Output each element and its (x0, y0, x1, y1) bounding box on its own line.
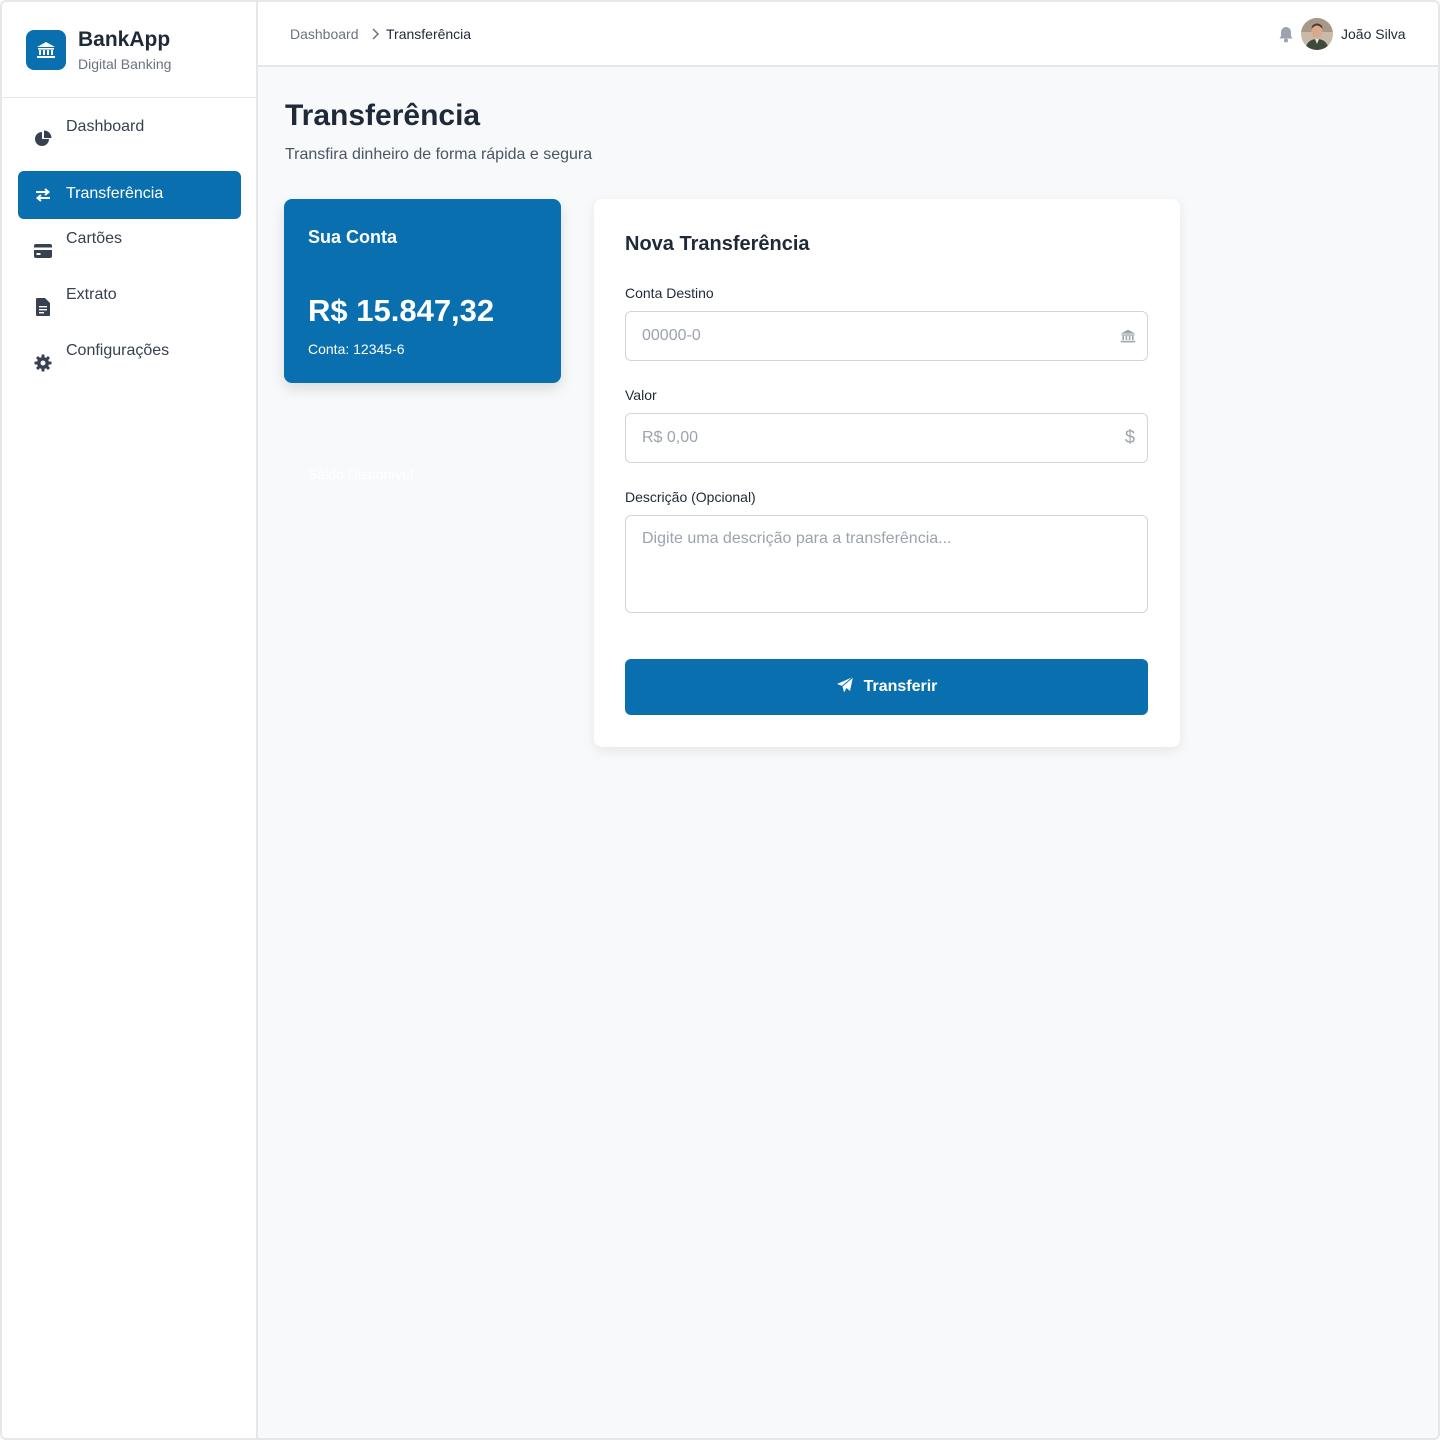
balance-label: Saldo Disponível (308, 466, 414, 482)
transfer-button-label: Transferir (863, 678, 938, 695)
paper-plane-icon (836, 676, 854, 699)
amount-label: Valor (625, 387, 657, 403)
amount-input[interactable] (625, 413, 1148, 463)
sidebar-item-cartoes[interactable]: Cartões (18, 218, 241, 266)
destination-label: Conta Destino (625, 285, 714, 301)
breadcrumb-current: Transferência (386, 26, 472, 42)
transfer-button[interactable]: Transferir (625, 659, 1148, 715)
page-subtitle: Transfira dinheiro de forma rápida e seg… (285, 146, 593, 163)
pie-chart-icon (34, 130, 52, 148)
exchange-icon (34, 186, 52, 204)
receipt-icon (34, 298, 52, 316)
description-label: Descrição (Opcional) (625, 489, 756, 505)
avatar[interactable] (1301, 18, 1333, 50)
bank-icon (1119, 327, 1137, 345)
sidebar-item-extrato[interactable]: Extrato (18, 274, 241, 322)
sidebar-item-label: Transferência (66, 185, 164, 202)
app-window: BankApp Digital Banking Dashboard Transf… (0, 0, 1440, 1440)
balance-value: R$ 15.847,32 (308, 293, 495, 328)
sidebar: BankApp Digital Banking Dashboard Transf… (2, 2, 258, 1438)
sidebar-item-transferencia[interactable]: Transferência (18, 171, 241, 219)
page-title: Transferência (285, 99, 481, 132)
sidebar-item-label: Cartões (66, 230, 123, 247)
destination-account-input[interactable] (625, 311, 1148, 361)
transfer-form: Nova Transferência Conta Destino Valor $… (594, 199, 1180, 747)
account-number: Conta: 12345-6 (308, 341, 405, 357)
sidebar-item-dashboard[interactable]: Dashboard (18, 106, 241, 154)
credit-card-icon (34, 242, 52, 260)
sidebar-item-label: Configurações (66, 342, 170, 359)
top-bar: Dashboard Transferência João Silva (258, 2, 1438, 67)
sidebar-item-configuracoes[interactable]: Configurações (18, 330, 241, 378)
brand-subtitle: Digital Banking (78, 56, 172, 72)
account-card-title: Sua Conta (308, 227, 398, 247)
brand-header: BankApp Digital Banking (2, 2, 256, 98)
breadcrumb-dashboard[interactable]: Dashboard (290, 26, 359, 42)
user-name[interactable]: João Silva (1341, 26, 1406, 42)
dollar-icon: $ (1124, 426, 1135, 447)
chevron-right-icon (370, 27, 380, 40)
sidebar-item-label: Extrato (66, 286, 117, 303)
bell-icon[interactable] (1278, 26, 1294, 43)
description-textarea[interactable] (625, 515, 1148, 613)
gear-icon (34, 354, 52, 372)
brand-title: BankApp (78, 28, 171, 51)
account-card: Sua Conta Saldo Disponível R$ 15.847,32 … (284, 199, 561, 482)
bank-icon (26, 30, 66, 70)
form-title: Nova Transferência (625, 233, 810, 255)
sidebar-item-label: Dashboard (66, 118, 145, 135)
